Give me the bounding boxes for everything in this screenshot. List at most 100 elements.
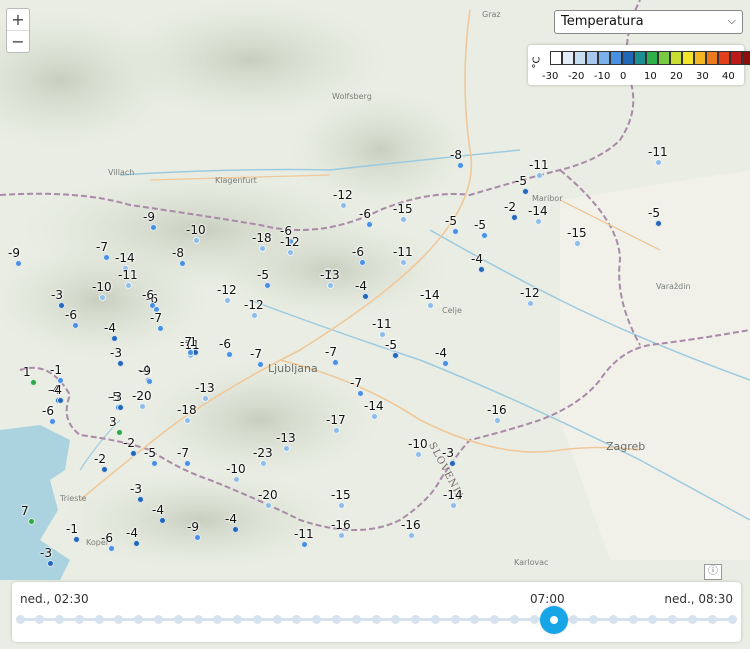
time-step-tick[interactable] (628, 615, 638, 624)
station-dot[interactable] (256, 360, 264, 368)
station-dot[interactable] (56, 376, 64, 384)
station-dot[interactable] (250, 311, 258, 319)
station-dot[interactable] (107, 544, 115, 552)
time-step-tick[interactable] (292, 615, 302, 624)
time-step-tick[interactable] (15, 615, 25, 624)
station-dot[interactable] (282, 444, 290, 452)
time-step-tick[interactable] (589, 615, 599, 624)
station-dot[interactable] (356, 389, 364, 397)
time-step-tick[interactable] (490, 615, 500, 624)
time-step-tick[interactable] (173, 615, 183, 624)
time-slider-track[interactable] (15, 606, 737, 634)
time-step-tick[interactable] (668, 615, 678, 624)
station-dot[interactable] (100, 465, 108, 473)
station-dot[interactable] (136, 495, 144, 503)
station-dot[interactable] (331, 358, 339, 366)
station-dot[interactable] (358, 258, 366, 266)
station-dot[interactable] (654, 158, 662, 166)
station-dot[interactable] (129, 449, 137, 457)
station-dot[interactable] (48, 417, 56, 425)
station-dot[interactable] (223, 296, 231, 304)
time-step-tick[interactable] (687, 615, 697, 624)
zoom-out-button[interactable]: − (7, 30, 29, 52)
station-dot[interactable] (300, 540, 308, 548)
station-dot[interactable] (493, 416, 501, 424)
station-dot[interactable] (158, 516, 166, 524)
time-step-tick[interactable] (114, 615, 124, 624)
station-dot[interactable] (232, 475, 240, 483)
station-dot[interactable] (102, 253, 110, 261)
time-step-tick[interactable] (371, 615, 381, 624)
time-step-tick[interactable] (470, 615, 480, 624)
station-dot[interactable] (29, 378, 37, 386)
station-dot[interactable] (399, 258, 407, 266)
station-dot[interactable] (231, 525, 239, 533)
time-step-tick[interactable] (213, 615, 223, 624)
station-dot[interactable] (361, 292, 369, 300)
station-dot[interactable] (124, 281, 132, 289)
station-dot[interactable] (263, 281, 271, 289)
time-step-tick[interactable] (509, 615, 519, 624)
station-dot[interactable] (156, 324, 164, 332)
time-step-tick[interactable] (134, 615, 144, 624)
station-dot[interactable] (441, 359, 449, 367)
station-dot[interactable] (407, 531, 415, 539)
station-dot[interactable] (339, 201, 347, 209)
station-dot[interactable] (183, 459, 191, 467)
station-dot[interactable] (116, 359, 124, 367)
station-dot[interactable] (27, 517, 35, 525)
station-dot[interactable] (183, 416, 191, 424)
station-dot[interactable] (186, 348, 194, 356)
info-icon[interactable]: ⓘ (704, 564, 722, 580)
time-step-tick[interactable] (153, 615, 163, 624)
station-dot[interactable] (178, 259, 186, 267)
station-dot[interactable] (110, 334, 118, 342)
station-dot[interactable] (399, 215, 407, 223)
time-step-tick[interactable] (430, 615, 440, 624)
time-step-tick[interactable] (55, 615, 65, 624)
map[interactable]: Graz Villach Klagenfurt Wolfsberg Ljublj… (0, 0, 750, 649)
time-step-tick[interactable] (411, 615, 421, 624)
station-dot[interactable] (98, 293, 106, 301)
station-dot[interactable] (148, 301, 156, 309)
station-dot[interactable] (534, 217, 542, 225)
time-step-tick[interactable] (450, 615, 460, 624)
station-dot[interactable] (193, 533, 201, 541)
station-dot[interactable] (138, 402, 146, 410)
time-step-tick[interactable] (193, 615, 203, 624)
station-dot[interactable] (456, 161, 464, 169)
station-dot[interactable] (480, 231, 488, 239)
time-step-tick[interactable] (272, 615, 282, 624)
station-dot[interactable] (332, 426, 340, 434)
station-dot[interactable] (258, 244, 266, 252)
station-dot[interactable] (510, 213, 518, 221)
station-dot[interactable] (286, 248, 294, 256)
station-dot[interactable] (391, 351, 399, 359)
time-step-tick[interactable] (569, 615, 579, 624)
time-step-tick[interactable] (233, 615, 243, 624)
station-dot[interactable] (116, 403, 124, 411)
station-dot[interactable] (57, 301, 65, 309)
station-dot[interactable] (370, 412, 378, 420)
time-step-tick[interactable] (74, 615, 84, 624)
station-dot[interactable] (477, 265, 485, 273)
station-dot[interactable] (71, 321, 79, 329)
station-dot[interactable] (414, 450, 422, 458)
station-dot[interactable] (46, 559, 54, 567)
time-slider-handle[interactable] (540, 606, 568, 634)
time-step-tick[interactable] (608, 615, 618, 624)
station-dot[interactable] (259, 459, 267, 467)
station-dot[interactable] (451, 227, 459, 235)
station-dot[interactable] (337, 501, 345, 509)
station-dot[interactable] (573, 239, 581, 247)
station-dot[interactable] (448, 459, 456, 467)
time-step-tick[interactable] (331, 615, 341, 624)
station-dot[interactable] (449, 501, 457, 509)
station-dot[interactable] (132, 539, 140, 547)
station-dot[interactable] (56, 396, 64, 404)
time-step-tick[interactable] (707, 615, 717, 624)
station-dot[interactable] (535, 171, 543, 179)
time-step-tick[interactable] (529, 615, 539, 624)
zoom-in-button[interactable]: + (7, 9, 29, 30)
time-step-tick[interactable] (94, 615, 104, 624)
